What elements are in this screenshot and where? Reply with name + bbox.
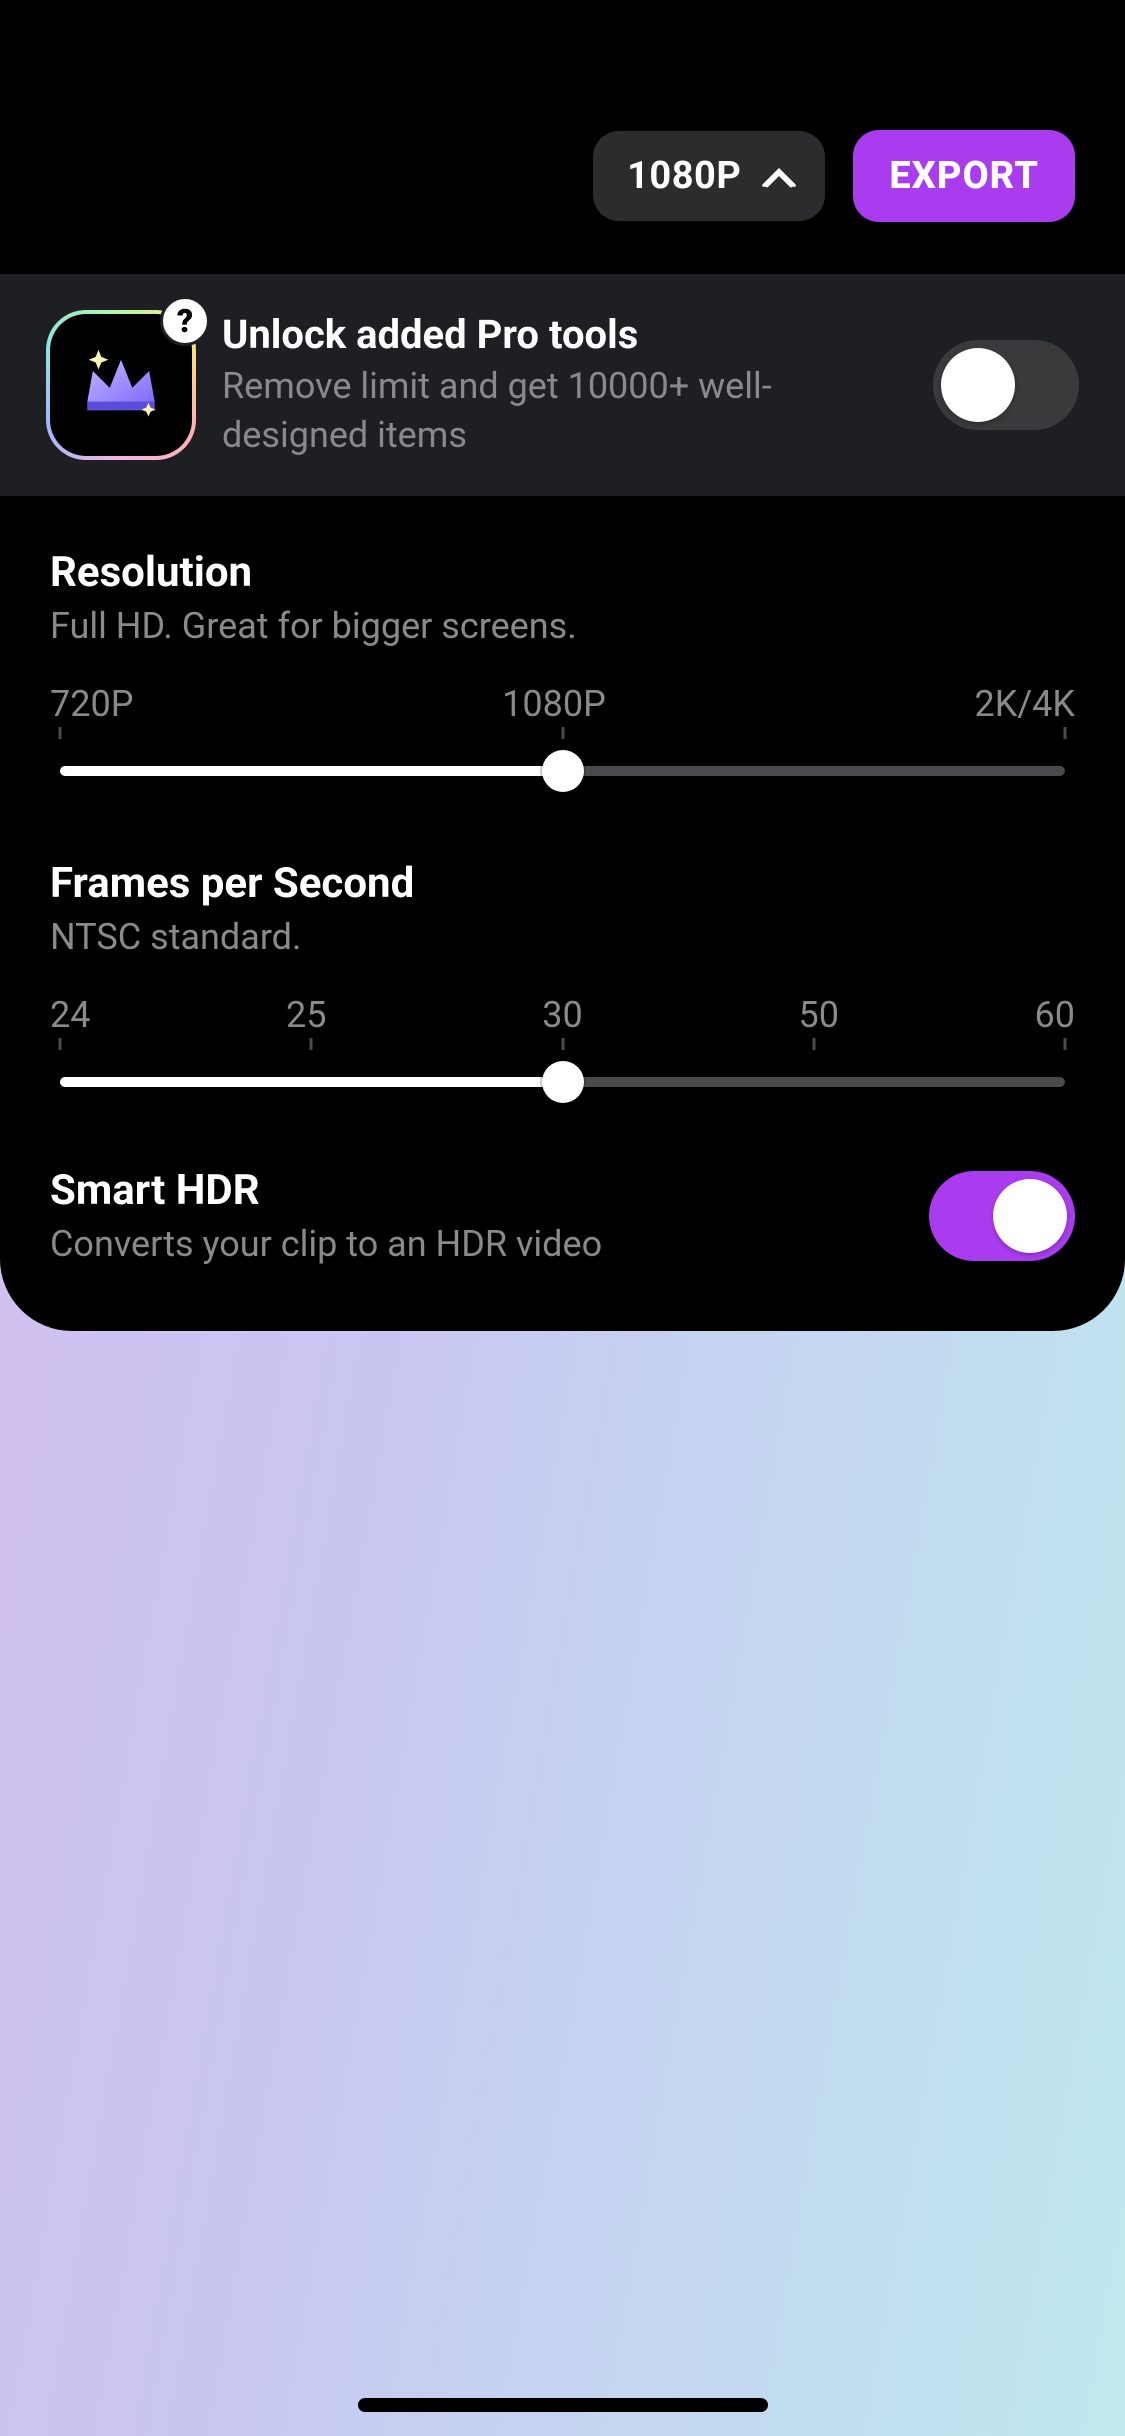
hdr-text: Smart HDR Converts your clip to an HDR v…: [50, 1166, 929, 1265]
fps-label-0: 24: [50, 994, 153, 1036]
help-badge[interactable]: ?: [160, 296, 210, 346]
fps-slider[interactable]: [50, 1052, 1075, 1112]
pro-text: Unlock added Pro tools Remove limit and …: [222, 310, 907, 459]
slider-fill: [60, 1077, 573, 1087]
resolution-label-0: 720P: [50, 683, 133, 725]
fps-label-3: 50: [716, 994, 921, 1036]
slider-fill: [60, 766, 573, 776]
resolution-label-1: 1080P: [502, 683, 606, 725]
resolution-title: Resolution: [50, 548, 1075, 597]
resolution-label-2: 2K/4K: [975, 683, 1076, 725]
pro-banner[interactable]: ? Unlock added Pro tools Remove limit an…: [0, 274, 1125, 496]
question-icon: ?: [177, 305, 193, 337]
hdr-title: Smart HDR: [50, 1166, 929, 1215]
smart-hdr-row: Smart HDR Converts your clip to an HDR v…: [0, 1118, 1125, 1273]
pro-toggle[interactable]: [933, 340, 1079, 430]
pro-subtitle: Remove limit and get 10000+ well-designe…: [222, 362, 907, 459]
export-settings-panel: 1080P EXPORT: [0, 0, 1125, 1331]
resolution-chip[interactable]: 1080P: [593, 131, 825, 221]
fps-label-1: 25: [204, 994, 409, 1036]
resolution-ticks: [60, 727, 1065, 739]
caret-up-icon: [761, 164, 797, 188]
fps-subtitle: NTSC standard.: [50, 916, 1075, 958]
resolution-slider[interactable]: [50, 741, 1075, 801]
resolution-subtitle: Full HD. Great for bigger screens.: [50, 605, 1075, 647]
pro-title: Unlock added Pro tools: [222, 310, 907, 360]
crown-icon: [76, 340, 166, 430]
resolution-labels: 720P 1080P 2K/4K: [50, 683, 1075, 725]
fps-ticks: [60, 1038, 1065, 1050]
export-button[interactable]: EXPORT: [853, 130, 1075, 222]
fps-title: Frames per Second: [50, 859, 1075, 908]
slider-thumb[interactable]: [542, 1061, 584, 1103]
toggle-knob: [941, 348, 1015, 422]
resolution-section: Resolution Full HD. Great for bigger scr…: [0, 496, 1125, 807]
home-indicator[interactable]: [358, 2398, 768, 2412]
fps-label-4: 60: [973, 994, 1076, 1036]
fps-label-2: 30: [460, 994, 665, 1036]
hdr-toggle[interactable]: [929, 1171, 1075, 1261]
resolution-chip-label: 1080P: [627, 154, 741, 198]
slider-thumb[interactable]: [542, 750, 584, 792]
pro-icon-wrap: ?: [46, 310, 196, 460]
header-row: 1080P EXPORT: [0, 0, 1125, 274]
fps-labels: 24 25 30 50 60: [50, 994, 1075, 1036]
hdr-subtitle: Converts your clip to an HDR video: [50, 1223, 929, 1265]
fps-section: Frames per Second NTSC standard. 24 25 3…: [0, 807, 1125, 1118]
toggle-knob: [993, 1179, 1067, 1253]
